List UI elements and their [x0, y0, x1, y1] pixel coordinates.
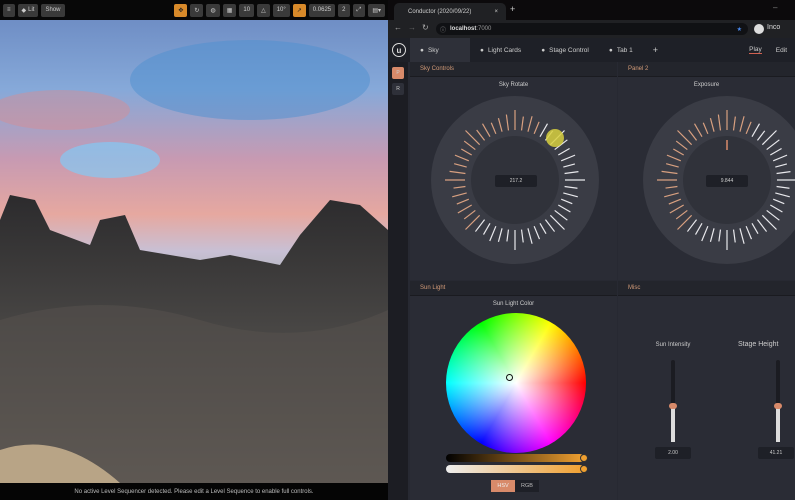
- misc-panel: [618, 296, 795, 500]
- slider-handle[interactable]: [580, 465, 588, 473]
- slider-label-stage-height: Stage Height: [738, 341, 779, 348]
- viewport-menu-button[interactable]: ≡: [3, 3, 15, 17]
- angle-icon[interactable]: △: [257, 3, 270, 17]
- slider-label-sun-intensity: Sun Intensity: [655, 342, 691, 348]
- sky-rotate-value[interactable]: 217.2: [495, 175, 537, 187]
- translate-icon[interactable]: ✥: [174, 3, 188, 17]
- dial-knob: [546, 129, 564, 147]
- status-bar: No active Level Sequencer detected. Plea…: [0, 483, 388, 500]
- lit-button[interactable]: ◆ Lit: [17, 3, 39, 17]
- browser-window: Conductor (2020/09/22) × + – ← → ↻ ⓘ local…: [388, 0, 795, 500]
- world-icon[interactable]: ◍: [206, 3, 220, 17]
- stage-height-value[interactable]: 41.21: [758, 447, 794, 459]
- camera-speed-button[interactable]: 2: [338, 3, 350, 17]
- scale-snap-value[interactable]: 0.0625: [308, 3, 336, 17]
- slider-handle[interactable]: [669, 403, 677, 409]
- slider-handle[interactable]: [774, 403, 782, 409]
- sun-intensity-value[interactable]: 2.00: [655, 447, 691, 459]
- landscape-image: [0, 40, 388, 483]
- exposure-value[interactable]: 9.844: [706, 175, 748, 187]
- dials-layer: [431, 96, 795, 264]
- grid-snap-value[interactable]: 10: [239, 3, 255, 17]
- value-slider[interactable]: [446, 454, 588, 462]
- scale-icon[interactable]: ↗: [292, 3, 306, 17]
- sun-intensity-slider[interactable]: [669, 360, 677, 442]
- maximize-icon[interactable]: ⤢: [352, 3, 366, 17]
- hsv-mode-button[interactable]: HSV: [491, 480, 515, 492]
- viewport-toolbar: ≡ ◆ Lit Show ✥ ↻ ◍ ▦ 10 △ 10° ↗ 0.0625 2 …: [0, 0, 388, 20]
- lit-label: Lit: [28, 7, 35, 13]
- unreal-viewport[interactable]: ≡ ◆ Lit Show ✥ ↻ ◍ ▦ 10 △ 10° ↗ 0.0625 2 …: [0, 0, 388, 500]
- panel-header-misc: Misc: [618, 281, 795, 296]
- stage-height-slider[interactable]: [774, 360, 782, 442]
- layout-icon[interactable]: ▤▾: [368, 3, 385, 17]
- lit-icon: ◆: [21, 7, 27, 14]
- grid-icon[interactable]: ▦: [222, 3, 237, 17]
- slider-handle[interactable]: [580, 454, 588, 462]
- rotate-icon[interactable]: ↻: [190, 3, 204, 17]
- panel-header-sun-light: Sun Light: [410, 281, 617, 296]
- color-picker-label: Sun Light Color: [492, 301, 535, 307]
- angle-snap-value[interactable]: 10°: [272, 3, 290, 17]
- color-wheel-handle[interactable]: [506, 374, 513, 381]
- color-wheel[interactable]: [446, 313, 586, 453]
- scene-render: [0, 20, 388, 483]
- show-button[interactable]: Show: [41, 3, 65, 17]
- saturation-slider[interactable]: [446, 465, 588, 473]
- rgb-mode-button[interactable]: RGB: [515, 480, 539, 492]
